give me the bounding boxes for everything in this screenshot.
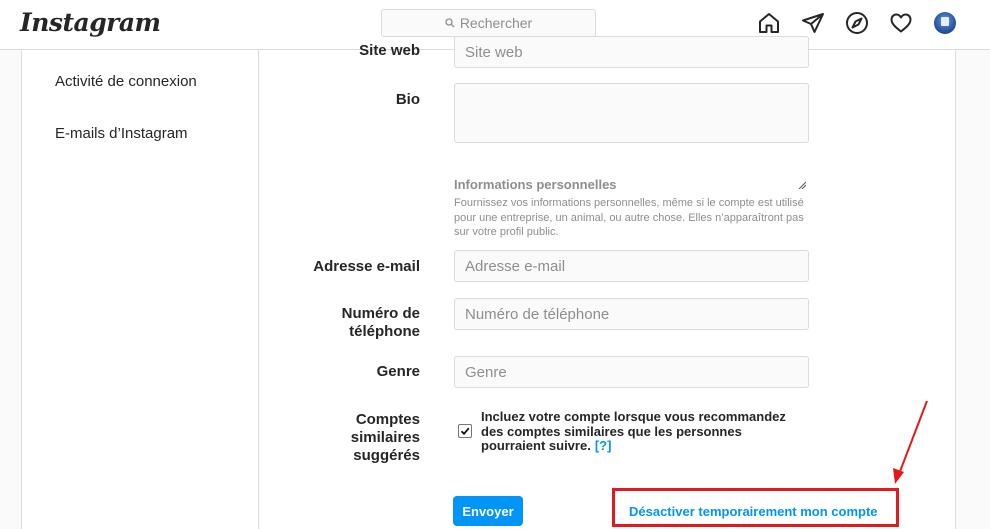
bio-label: Bio — [395, 91, 420, 108]
submit-button[interactable]: Envoyer — [453, 496, 523, 526]
suggested-label-line1: Comptes — [355, 411, 420, 428]
sidebar-item-instagram-emails[interactable]: E-mails d’Instagram — [55, 125, 188, 142]
instagram-logo[interactable]: Instagram — [20, 8, 161, 37]
email-input[interactable] — [454, 250, 809, 282]
email-label: Adresse e-mail — [313, 258, 420, 275]
help-link[interactable]: [?] — [595, 438, 612, 453]
bio-textarea[interactable] — [454, 83, 809, 143]
phone-label-line2: téléphone — [349, 323, 420, 340]
activity-heart-icon[interactable] — [889, 11, 913, 35]
suggested-accounts-description: Incluez votre compte lorsque vous recomm… — [481, 409, 786, 453]
suggested-accounts-label: Comptes similaires suggérés — [351, 411, 420, 465]
phone-label: Numéro de téléphone — [342, 305, 420, 341]
gender-input[interactable] — [454, 356, 809, 388]
explore-icon[interactable] — [845, 11, 869, 35]
search-box[interactable]: Rechercher — [381, 9, 596, 37]
phone-input[interactable] — [454, 298, 809, 330]
suggested-label-line2: similaires — [350, 429, 420, 446]
website-label: Site web — [359, 42, 420, 59]
suggested-accounts-checkbox[interactable] — [458, 424, 472, 438]
search-icon — [445, 18, 455, 28]
suggested-accounts-text: Incluez votre compte lorsque vous recomm… — [481, 409, 801, 454]
suggested-label-line3: suggérés — [353, 447, 420, 464]
sidebar-item-login-activity[interactable]: Activité de connexion — [55, 73, 197, 90]
direct-icon[interactable] — [801, 11, 825, 35]
settings-sidebar: Activité de connexion E-mails d’Instagra… — [22, 50, 259, 529]
profile-avatar[interactable] — [934, 12, 956, 34]
checkmark-icon — [460, 427, 470, 436]
search-placeholder: Rechercher — [459, 15, 533, 31]
gender-label: Genre — [376, 363, 420, 380]
deactivate-account-link[interactable]: Désactiver temporairement mon compte — [629, 504, 878, 519]
personal-info-description: Fournissez vos informations personnelles… — [454, 197, 804, 238]
resize-grip-icon[interactable] — [798, 181, 806, 189]
home-icon[interactable] — [757, 11, 781, 35]
settings-panel: Activité de connexion E-mails d’Instagra… — [21, 36, 956, 529]
phone-label-line1: Numéro de — [341, 305, 420, 322]
website-input[interactable] — [454, 36, 809, 68]
personal-info-title: Informations personnelles — [454, 177, 617, 192]
